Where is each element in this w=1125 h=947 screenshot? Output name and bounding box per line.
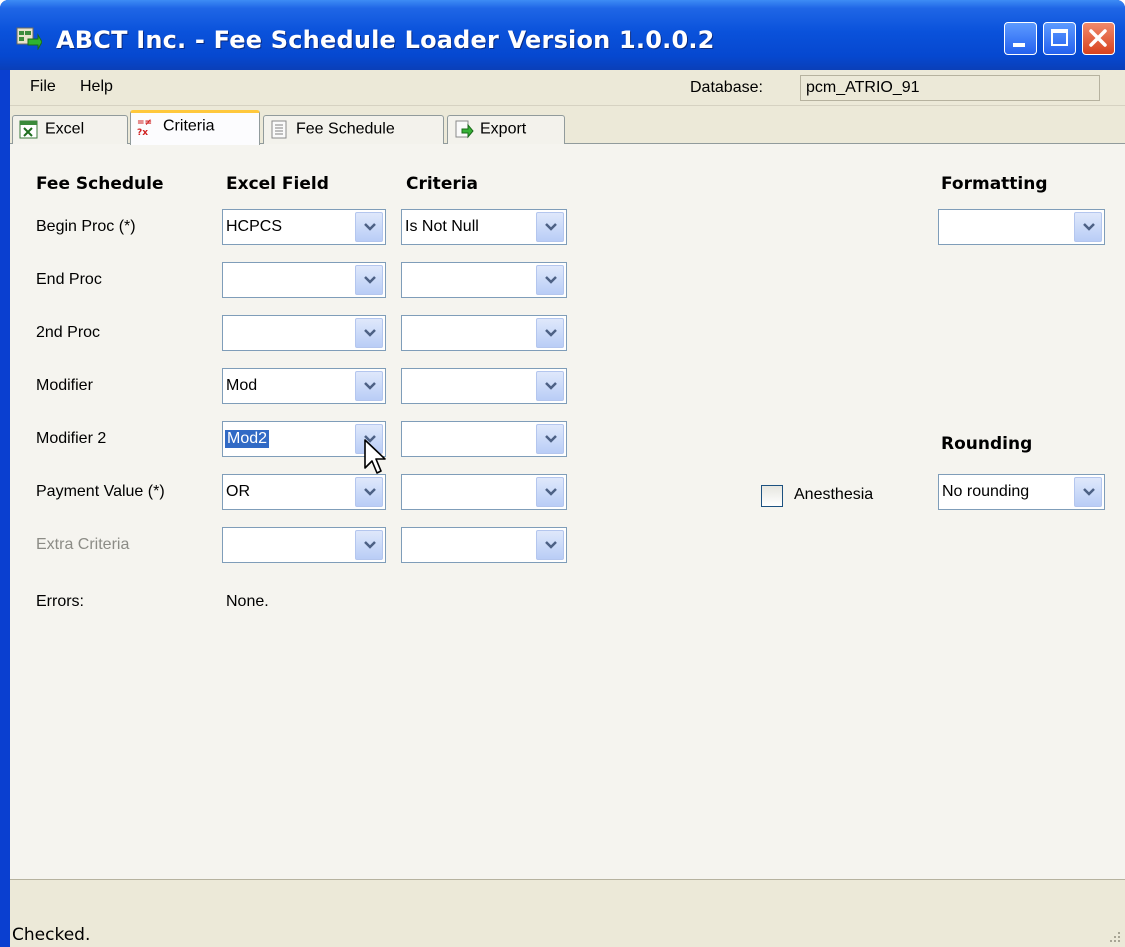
excel-field-extra-criteria[interactable] xyxy=(222,527,386,563)
header-criteria: Criteria xyxy=(406,174,479,194)
title-bar[interactable]: ABCT Inc. - Fee Schedule Loader Version … xyxy=(0,0,1125,70)
menu-bar: File Help Database: pcm_ATRIO_91 xyxy=(10,70,1125,106)
errors-value: None. xyxy=(226,593,269,610)
dropdown-button[interactable] xyxy=(536,371,564,401)
criteria-modifier[interactable] xyxy=(401,368,567,404)
resize-grip-icon[interactable] xyxy=(1107,929,1121,943)
dropdown-button[interactable] xyxy=(536,212,564,242)
criteria-2nd-proc[interactable] xyxy=(401,315,567,351)
client-area: File Help Database: pcm_ATRIO_91 Excel =… xyxy=(10,70,1125,947)
excel-field-modifier-2[interactable]: Mod2 xyxy=(222,421,386,457)
chevron-down-icon xyxy=(364,488,376,496)
dropdown-button[interactable] xyxy=(355,371,383,401)
menu-help[interactable]: Help xyxy=(80,78,113,96)
excel-field-payment-value[interactable]: OR xyxy=(222,474,386,510)
criteria-extra-criteria[interactable] xyxy=(401,527,567,563)
criteria-payment-value[interactable] xyxy=(401,474,567,510)
svg-text:=≠: =≠ xyxy=(137,118,152,128)
excel-field-2nd-proc[interactable] xyxy=(222,315,386,351)
app-window: ABCT Inc. - Fee Schedule Loader Version … xyxy=(0,0,1125,947)
chevron-down-icon xyxy=(545,223,557,231)
tab-criteria[interactable]: =≠ ?x Criteria xyxy=(130,110,260,145)
close-icon xyxy=(1089,29,1107,47)
app-icon[interactable] xyxy=(16,26,42,50)
tab-export[interactable]: Export xyxy=(447,115,565,144)
dropdown-button[interactable] xyxy=(536,318,564,348)
header-excel-field: Excel Field xyxy=(226,174,329,194)
chevron-down-icon xyxy=(545,382,557,390)
status-bar: Checked. xyxy=(10,879,1125,947)
label-extra-criteria: Extra Criteria xyxy=(36,536,130,553)
tab-fee-schedule[interactable]: Fee Schedule xyxy=(263,115,444,144)
tab-strip: Excel =≠ ?x Criteria Fee Schedule Export xyxy=(10,106,1125,145)
anesthesia-checkbox[interactable] xyxy=(761,485,783,507)
window-title: ABCT Inc. - Fee Schedule Loader Version … xyxy=(56,26,715,54)
database-label: Database: xyxy=(690,79,763,96)
minimize-icon xyxy=(1013,43,1025,47)
excel-field-begin-proc[interactable]: HCPCS xyxy=(222,209,386,245)
criteria-icon: =≠ ?x xyxy=(137,118,152,136)
dropdown-button[interactable] xyxy=(536,424,564,454)
export-icon xyxy=(455,120,474,139)
label-2nd-proc: 2nd Proc xyxy=(36,324,101,341)
excel-field-modifier[interactable]: Mod xyxy=(222,368,386,404)
chevron-down-icon xyxy=(364,223,376,231)
chevron-down-icon xyxy=(364,382,376,390)
tab-excel[interactable]: Excel xyxy=(12,115,128,144)
dropdown-button[interactable] xyxy=(1074,477,1102,507)
excel-icon xyxy=(19,120,38,139)
errors-label: Errors: xyxy=(36,593,84,610)
dropdown-button[interactable] xyxy=(355,530,383,560)
status-text: Checked. xyxy=(12,925,91,945)
criteria-panel: Fee Schedule Excel Field Criteria Format… xyxy=(10,144,1125,879)
maximize-button[interactable] xyxy=(1043,22,1076,55)
dropdown-button[interactable] xyxy=(355,477,383,507)
dropdown-button[interactable] xyxy=(536,530,564,560)
chevron-down-icon xyxy=(545,329,557,337)
rounding-select[interactable]: No rounding xyxy=(938,474,1105,510)
criteria-begin-proc[interactable]: Is Not Null xyxy=(401,209,567,245)
label-end-proc: End Proc xyxy=(36,271,102,288)
chevron-down-icon xyxy=(1083,223,1095,231)
chevron-down-icon xyxy=(364,329,376,337)
minimize-button[interactable] xyxy=(1004,22,1037,55)
label-modifier-2: Modifier 2 xyxy=(36,430,107,447)
chevron-down-icon xyxy=(545,435,557,443)
excel-field-end-proc[interactable] xyxy=(222,262,386,298)
fee-schedule-icon xyxy=(271,120,287,139)
label-payment-value: Payment Value (*) xyxy=(36,483,165,500)
chevron-down-icon xyxy=(1083,488,1095,496)
formatting-select[interactable] xyxy=(938,209,1105,245)
label-begin-proc: Begin Proc (*) xyxy=(36,218,136,235)
dropdown-button[interactable] xyxy=(355,318,383,348)
chevron-down-icon xyxy=(545,488,557,496)
selected-text: Mod2 xyxy=(225,430,270,448)
chevron-down-icon xyxy=(545,541,557,549)
dropdown-button[interactable] xyxy=(536,477,564,507)
close-button[interactable] xyxy=(1082,22,1115,55)
menu-file[interactable]: File xyxy=(30,78,56,96)
chevron-down-icon xyxy=(545,276,557,284)
header-rounding: Rounding xyxy=(941,434,1033,454)
chevron-down-icon xyxy=(364,276,376,284)
dropdown-button[interactable] xyxy=(536,265,564,295)
criteria-end-proc[interactable] xyxy=(401,262,567,298)
svg-text:?x: ?x xyxy=(137,128,148,136)
label-modifier: Modifier xyxy=(36,377,93,394)
mouse-cursor-icon xyxy=(364,439,386,474)
maximize-icon xyxy=(1051,29,1068,46)
criteria-modifier-2[interactable] xyxy=(401,421,567,457)
header-fee-schedule: Fee Schedule xyxy=(36,174,164,194)
chevron-down-icon xyxy=(364,541,376,549)
dropdown-button[interactable] xyxy=(355,212,383,242)
anesthesia-label[interactable]: Anesthesia xyxy=(794,486,873,504)
dropdown-button[interactable] xyxy=(355,265,383,295)
header-formatting: Formatting xyxy=(941,174,1048,194)
dropdown-button[interactable] xyxy=(1074,212,1102,242)
database-field: pcm_ATRIO_91 xyxy=(800,75,1100,101)
